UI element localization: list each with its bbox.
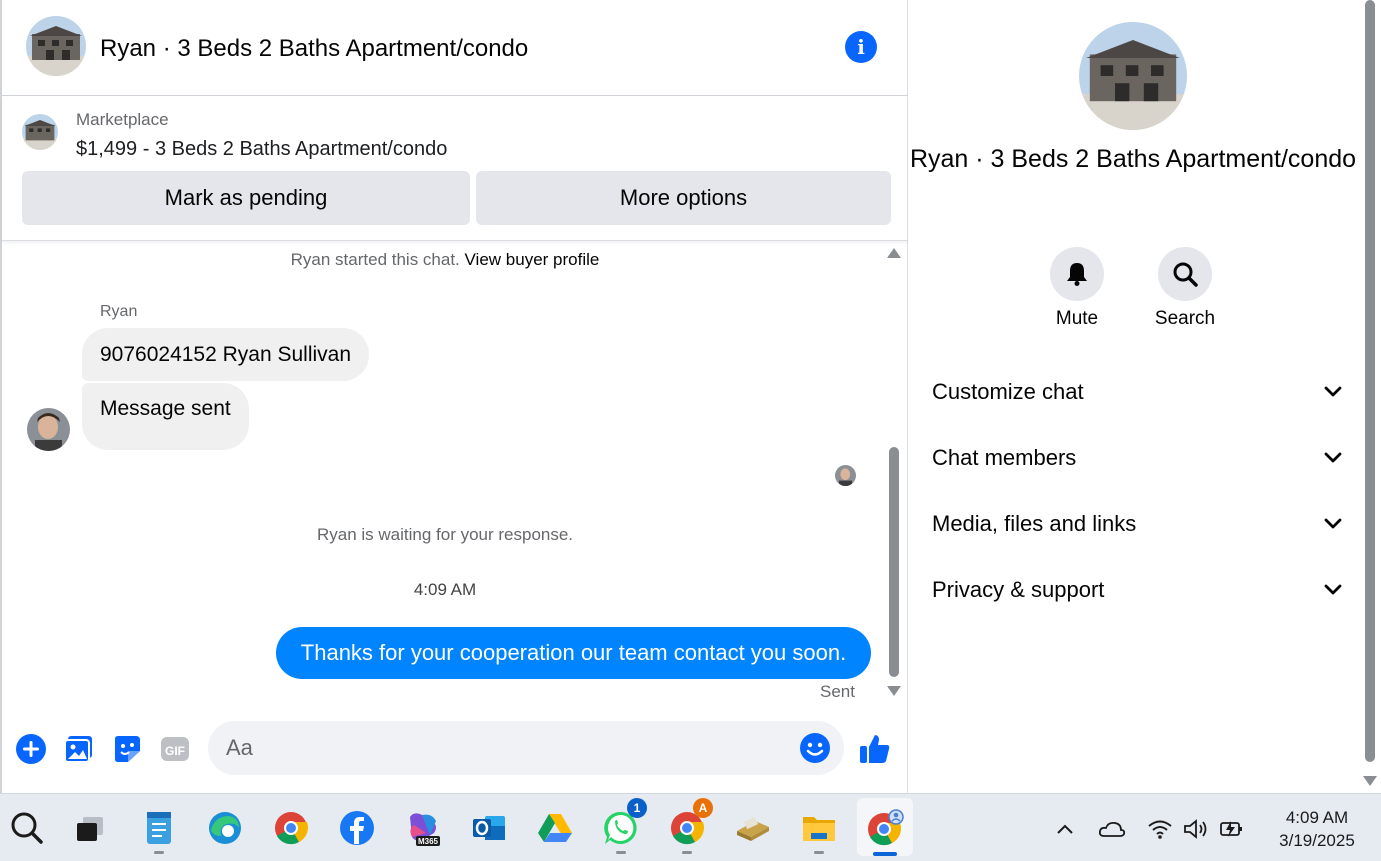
listing-avatar[interactable] (26, 16, 86, 76)
search-label: Search (1154, 308, 1216, 329)
clock-time: 4:09 AM (1285, 808, 1349, 827)
chat-column: Ryan · 3 Beds 2 Baths Apartment/condo i … (0, 0, 908, 793)
task-view-icon[interactable] (70, 808, 110, 848)
chrome-profile-badge: A (693, 798, 713, 818)
running-indicator (682, 851, 692, 854)
running-indicator (616, 851, 626, 854)
info-title: Ryan · 3 Beds 2 Baths Apartment/condo (909, 145, 1357, 173)
view-buyer-profile-link[interactable]: View buyer profile (465, 250, 600, 269)
chat-started-notice: Ryan started this chat. View buyer profi… (2, 250, 888, 270)
section-media-files-links[interactable]: Media, files and links (932, 504, 1344, 544)
section-chat-members[interactable]: Chat members (932, 438, 1344, 478)
scroll-down-arrow-icon[interactable] (887, 686, 901, 696)
edge-icon[interactable] (205, 808, 245, 848)
battery-charging-icon[interactable] (1217, 814, 1247, 844)
incoming-message[interactable]: 9076024152 Ryan Sullivan (82, 328, 370, 381)
notepad-icon[interactable] (139, 808, 179, 854)
sticker-icon[interactable] (110, 732, 144, 766)
chevron-down-icon (1324, 452, 1342, 463)
mute-button[interactable] (1050, 247, 1104, 301)
page-scrollbar[interactable] (1361, 0, 1381, 793)
active-app-indicator (873, 852, 897, 856)
emoji-icon[interactable] (799, 732, 831, 764)
more-options-button[interactable]: More options (476, 171, 891, 225)
m365-icon[interactable]: M365 (403, 808, 443, 848)
clock-date: 3/19/2025 (1279, 831, 1355, 850)
section-label: Chat members (932, 445, 1077, 470)
sender-name: Ryan (100, 303, 138, 320)
chevron-down-icon (1324, 518, 1342, 529)
section-privacy-support[interactable]: Privacy & support (932, 570, 1344, 610)
search-icon (1173, 262, 1198, 287)
chat-title[interactable]: Ryan · 3 Beds 2 Baths Apartment/condo (100, 34, 528, 64)
outgoing-message[interactable]: Thanks for your cooperation our team con… (276, 627, 871, 679)
plus-icon[interactable] (14, 732, 48, 766)
svg-text:GIF: GIF (165, 744, 185, 758)
composer: GIF (2, 712, 908, 792)
mark-pending-button[interactable]: Mark as pending (22, 171, 470, 225)
bell-icon (1067, 263, 1087, 286)
file-explorer-icon[interactable] (799, 808, 839, 854)
chrome-icon[interactable] (271, 808, 311, 848)
outlook-icon[interactable] (469, 808, 509, 848)
sent-status: Sent (820, 682, 855, 701)
message-thread: Ryan started this chat. View buyer profi… (2, 242, 908, 712)
whatsapp-badge: 1 (627, 798, 647, 818)
chat-info-panel: Ryan · 3 Beds 2 Baths Apartment/condo Mu… (909, 0, 1361, 793)
section-label: Privacy & support (932, 577, 1105, 602)
wifi-icon[interactable] (1145, 814, 1175, 844)
read-receipt-avatar (835, 465, 856, 486)
whatsapp-icon[interactable]: 1 (601, 798, 647, 854)
scroll-up-arrow-icon[interactable] (887, 248, 901, 258)
taskbar: M365 1 A 4:09 AM 3/19/2025 (0, 793, 1381, 861)
page-scroll-down-icon[interactable] (1363, 776, 1377, 786)
app-window: Ryan · 3 Beds 2 Baths Apartment/condo i … (0, 0, 1381, 861)
incoming-message[interactable]: Message sent (82, 383, 249, 450)
google-drive-icon[interactable] (535, 808, 575, 848)
listing-title[interactable]: $1,499 - 3 Beds 2 Baths Apartment/condo (76, 138, 447, 161)
info-icon[interactable]: i (845, 31, 877, 63)
thumbs-up-icon[interactable] (858, 732, 892, 766)
m365-label: M365 (418, 837, 439, 846)
chevron-down-icon (1324, 584, 1342, 595)
system-clock[interactable]: 4:09 AM 3/19/2025 (1262, 806, 1372, 852)
thread-scrollbar[interactable] (884, 242, 904, 702)
running-indicator (814, 851, 824, 854)
gif-icon[interactable]: GIF (158, 732, 192, 766)
facebook-icon[interactable] (337, 808, 377, 848)
chevron-up-icon[interactable] (1050, 814, 1080, 844)
chrome-profile-icon[interactable]: A (667, 798, 713, 854)
chat-started-text: Ryan started this chat. (290, 250, 460, 269)
message-timestamp: 4:09 AM (413, 580, 477, 599)
chat-header: Ryan · 3 Beds 2 Baths Apartment/condo i (2, 0, 908, 96)
info-avatar[interactable] (1079, 22, 1187, 130)
section-label: Media, files and links (932, 511, 1137, 536)
chrome-active-icon[interactable] (865, 808, 905, 848)
photo-icon[interactable] (62, 732, 96, 766)
section-label: Customize chat (932, 379, 1084, 404)
marketplace-banner: Marketplace $1,499 - 3 Beds 2 Baths Apar… (2, 97, 908, 241)
taskbar-search-icon[interactable] (7, 808, 47, 848)
message-input-container (208, 721, 844, 775)
sender-avatar[interactable] (27, 408, 70, 451)
onedrive-icon[interactable] (1097, 814, 1127, 844)
waiting-notice: Ryan is waiting for your response. (316, 525, 574, 544)
scroll-thumb[interactable] (889, 447, 899, 677)
message-input[interactable] (226, 721, 786, 775)
pharos-icon[interactable] (733, 808, 773, 848)
marketplace-label: Marketplace (76, 110, 169, 129)
running-indicator (154, 851, 164, 854)
page-scroll-thumb[interactable] (1365, 0, 1375, 762)
mute-label: Mute (1055, 308, 1099, 329)
chevron-down-icon (1324, 386, 1342, 397)
section-customize-chat[interactable]: Customize chat (932, 372, 1344, 412)
listing-thumbnail[interactable] (22, 114, 58, 150)
search-button[interactable] (1158, 247, 1212, 301)
volume-icon[interactable] (1181, 814, 1211, 844)
